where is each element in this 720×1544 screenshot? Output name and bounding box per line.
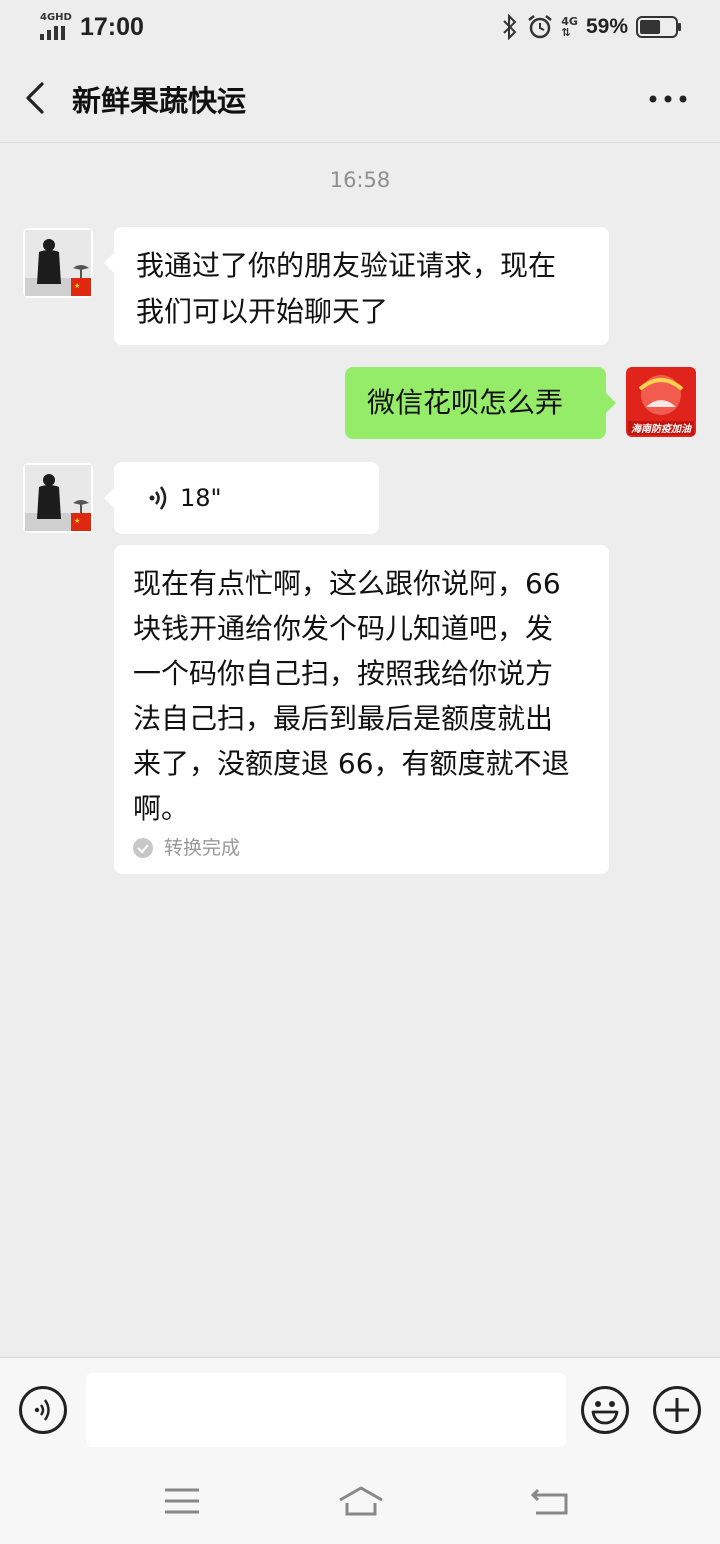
return-icon[interactable] <box>530 1483 570 1519</box>
campaign-badge-icon: 海南防疫加油 <box>626 367 696 437</box>
battery-percent: 59% <box>585 15 628 38</box>
message-timestamp: 16:58 <box>329 168 391 192</box>
home-icon[interactable] <box>337 1483 385 1519</box>
check-circle-icon <box>133 838 153 858</box>
chat-header: 新鲜果蔬快运 <box>0 56 720 143</box>
battery-icon <box>636 16 681 38</box>
emoji-icon[interactable] <box>580 1385 630 1435</box>
transcript-line: 法自己扫，最后到最后是额度就出 <box>133 702 554 735</box>
voice-transcript-bubble[interactable]: 现在有点忙啊，这么跟你说阿，66 块钱开通给你发个码儿知道吧，发 一个码你自己扫… <box>114 545 609 874</box>
clock: 17:00 <box>80 13 144 41</box>
status-bar: 4GHD 17:00 4G ⇅ 59% <box>0 0 720 56</box>
system-nav-bar <box>0 1461 720 1544</box>
transcript-status-text: 转换完成 <box>164 837 241 859</box>
contact-avatar[interactable]: ★ <box>23 463 93 533</box>
message-text-line: 我们可以开始聊天了 <box>136 295 389 328</box>
message-text-line: 我通过了你的朋友验证请求，现在 <box>136 249 557 282</box>
transcript-line: 啊。 <box>133 792 190 825</box>
mobile-data-icon: 4G ⇅ <box>561 15 578 39</box>
menu-icon[interactable] <box>162 1483 202 1519</box>
plus-icon[interactable] <box>652 1385 702 1435</box>
bluetooth-icon <box>503 14 517 40</box>
voice-wave-icon <box>149 486 167 510</box>
voice-message-bubble[interactable]: 18" <box>104 462 379 534</box>
svg-text:★: ★ <box>74 517 80 525</box>
voice-duration: 18" <box>180 484 222 512</box>
transcript-line: 块钱开通给你发个码儿知道吧，发 <box>133 612 554 645</box>
svg-text:海南防疫加油: 海南防疫加油 <box>631 423 693 435</box>
person-silhouette-icon: ★ <box>23 463 93 533</box>
input-bar <box>0 1357 720 1462</box>
alarm-icon <box>528 15 553 39</box>
contact-avatar[interactable]: ★ <box>23 228 93 298</box>
message-bubble-contact[interactable]: 我通过了你的朋友验证请求，现在 我们可以开始聊天了 <box>104 227 609 345</box>
voice-input-icon[interactable] <box>18 1385 68 1435</box>
message-text: 微信花呗怎么弄 <box>367 386 564 419</box>
transcript-line: 来了，没额度退 66，有额度就不退 <box>133 747 570 780</box>
back-icon[interactable] <box>20 78 56 118</box>
transcript-line: 一个码你自己扫，按照我给你说方 <box>133 657 554 690</box>
signal-icon <box>40 26 65 40</box>
transcript-line: 现在有点忙啊，这么跟你说阿，66 <box>133 567 561 600</box>
message-input[interactable] <box>86 1373 566 1447</box>
my-avatar[interactable]: 海南防疫加油 <box>626 367 696 437</box>
message-bubble-me[interactable]: 微信花呗怎么弄 <box>345 367 616 439</box>
person-silhouette-icon: ★ <box>23 228 93 298</box>
transcript-status: 转换完成 <box>132 836 240 860</box>
chat-title: 新鲜果蔬快运 <box>72 84 247 118</box>
svg-text:★: ★ <box>74 282 80 290</box>
more-icon[interactable] <box>648 86 688 112</box>
